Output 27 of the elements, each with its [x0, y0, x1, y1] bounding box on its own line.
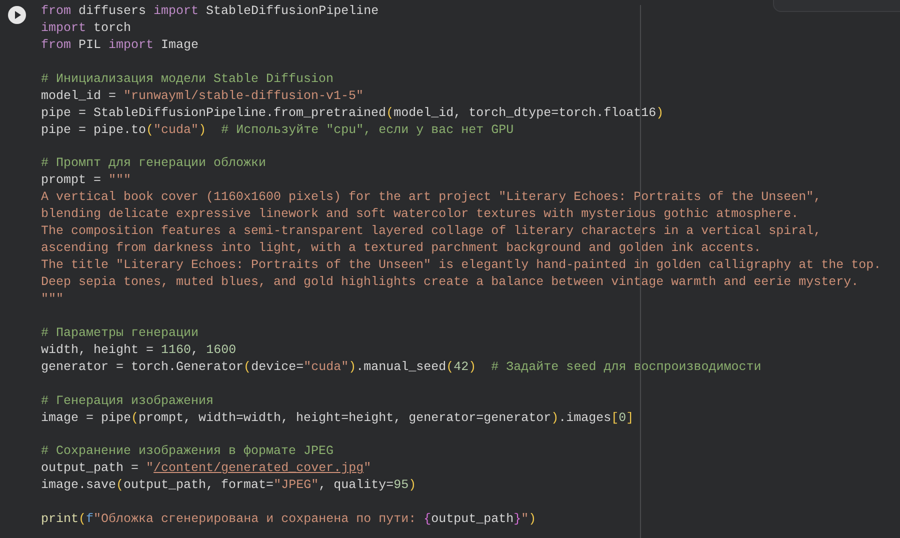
code-line: from diffusers import StableDiffusionPipeline [41, 3, 379, 20]
code-line: image = pipe(prompt, width=width, height=height, generator=generator).images[0] [41, 410, 634, 426]
code-line: # Параметры генерации [41, 324, 199, 342]
code-line: print(f"Обложка сгенерирована и сохранена по пути: {output_path}") [41, 511, 536, 528]
code-line: # Сохранение изображения в формате JPEG [41, 443, 334, 460]
code-line: pipe = pipe.to("cuda") # Используйте "cpu", если у вас нет GPU [41, 122, 514, 138]
code-line: # Промпт для генерации обложки [41, 155, 266, 172]
code-line: output_path = "/content/generated_cover.jpg" [41, 460, 372, 478]
code-line: import torch [41, 20, 132, 37]
code-line: prompt = """ [41, 172, 132, 190]
code-line: generator = torch.Generator(device="cuda").manual_seed(42) # Задайте seed для воспроизводимости [41, 358, 762, 376]
path-link[interactable]: /content/generated_cover.jpg [154, 461, 364, 476]
code-line: image.save(output_path, format="JPEG", quality=95) [41, 477, 416, 494]
code-line: model_id = "runwayml/stable-diffusion-v1-5" [41, 88, 364, 105]
code-line: # Инициализация модели Stable Diffusion [41, 70, 334, 88]
code-line: Deep sepia tones, muted blues, and gold highlights create a balance between vintage warmth and eerie mystery. [41, 274, 859, 291]
code-line: from PIL import Image [41, 36, 199, 54]
code-line: A vertical book cover (1160x1600 pixels) for the art project "Literary Echoes: Portraits of the Unseen", [41, 189, 822, 206]
code-line: pipe = StableDiffusionPipeline.from_pretrained(model_id, torch_dtype=torch.float16) [41, 104, 664, 122]
code-line: width, height = 1160, 1600 [41, 342, 236, 359]
code-line: # Генерация изображения [41, 392, 214, 410]
code-line: The composition features a semi-transparent layered collage of literary characters in a vertical spiral, [41, 223, 822, 240]
code-line: ascending from darkness into light, with a textured parchment background and golden ink accents. [41, 240, 762, 258]
play-icon [8, 6, 26, 24]
code-line: """ [41, 290, 64, 308]
code-line: The title "Literary Echoes: Portraits of the Unseen" is elegantly hand-painted in golden calligraphy at the top. [41, 257, 882, 274]
code-line: blending delicate expressive linework and soft watercolor textures with mysterious gothic atmosphere. [41, 206, 799, 224]
